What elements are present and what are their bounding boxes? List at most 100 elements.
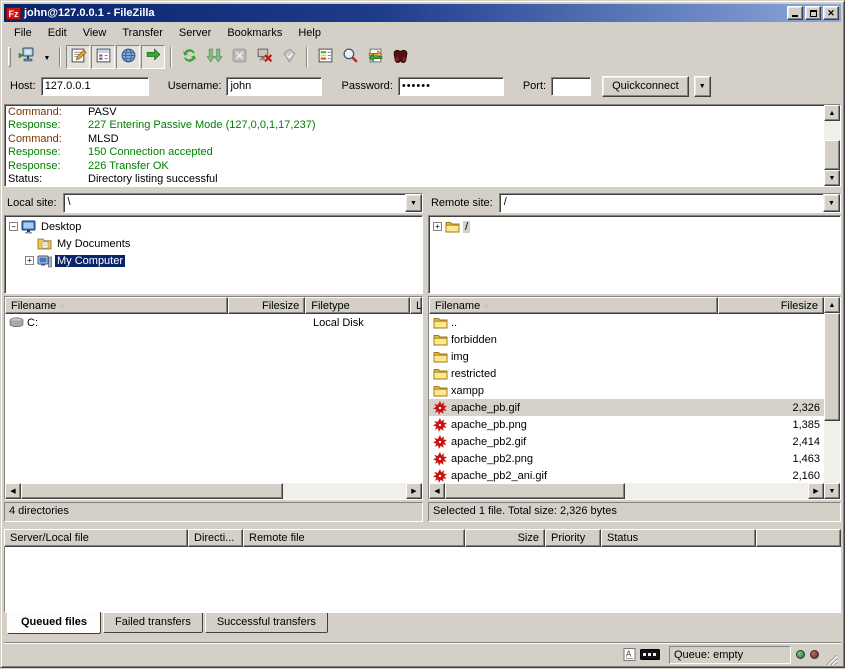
remote-horizontal-scrollbar[interactable]: ◀ ▶ xyxy=(429,483,824,499)
scroll-right-icon[interactable]: ▶ xyxy=(808,483,824,499)
scroll-right-icon[interactable]: ▶ xyxy=(406,483,422,499)
local-tree-toggle-button[interactable] xyxy=(91,45,115,69)
menu-view[interactable]: View xyxy=(75,24,115,42)
local-column-header-filename[interactable]: Filename▵ xyxy=(5,297,228,314)
toolbar-grip[interactable] xyxy=(8,47,11,67)
remote-file-row[interactable]: xampp xyxy=(429,382,824,399)
scrollbar-track[interactable] xyxy=(625,483,808,499)
remote-column-header-filename[interactable]: Filename▵ xyxy=(429,297,718,314)
disconnect-button[interactable] xyxy=(252,45,276,69)
tab-queued-files[interactable]: Queued files xyxy=(7,612,101,634)
remote-site-dropdown-button[interactable]: ▼ xyxy=(823,194,840,212)
tree-item-my-computer[interactable]: +My Computer xyxy=(6,252,421,269)
log-line-text: Directory listing successful xyxy=(88,173,218,186)
find-button[interactable] xyxy=(388,45,412,69)
scroll-left-icon[interactable]: ◀ xyxy=(5,483,21,499)
tree-item-desktop[interactable]: −Desktop xyxy=(6,218,421,235)
queue-column-header-server-local-file[interactable]: Server/Local file xyxy=(4,529,188,547)
remote-file-row[interactable]: forbidden xyxy=(429,331,824,348)
scrollbar-track[interactable] xyxy=(824,121,840,140)
tab-failed-transfers[interactable]: Failed transfers xyxy=(103,613,203,633)
scrollbar-thumb[interactable] xyxy=(21,483,283,499)
remote-column-header-filesize[interactable]: Filesize xyxy=(718,297,824,314)
queue-column-header-status[interactable]: Status xyxy=(601,529,756,547)
remote-file-row[interactable]: restricted xyxy=(429,365,824,382)
local-site-combo[interactable]: \ ▼ xyxy=(63,193,423,213)
synchronized-browsing-button[interactable] xyxy=(363,45,387,69)
queue-column-header-blank[interactable] xyxy=(756,529,841,547)
folder-icon xyxy=(433,368,448,380)
local-column-header-filetype[interactable]: Filetype xyxy=(305,297,410,314)
scrollbar-track[interactable] xyxy=(824,421,840,483)
remote-file-row[interactable]: apache_pb2_ani.gif2,160 xyxy=(429,467,824,483)
scrollbar-thumb[interactable] xyxy=(824,140,840,170)
scroll-left-icon[interactable]: ◀ xyxy=(429,483,445,499)
remote-file-row[interactable]: .. xyxy=(429,314,824,331)
message-log: Command:PASVResponse:227 Entering Passiv… xyxy=(4,104,841,187)
remote-file-row[interactable]: img xyxy=(429,348,824,365)
queue-view-toggle-button[interactable] xyxy=(141,45,165,69)
filter-button[interactable] xyxy=(313,45,337,69)
scrollbar-track[interactable] xyxy=(283,483,406,499)
expand-icon[interactable]: + xyxy=(25,256,34,265)
scroll-up-icon[interactable]: ▲ xyxy=(824,297,840,313)
scrollbar-thumb[interactable] xyxy=(445,483,625,499)
site-manager-dropdown-button[interactable]: ▼ xyxy=(40,45,54,69)
scroll-down-icon[interactable]: ▼ xyxy=(824,483,840,499)
scrollbar-thumb[interactable] xyxy=(824,313,840,421)
maximize-button[interactable] xyxy=(805,6,821,20)
remote-tree-toggle-button[interactable] xyxy=(116,45,140,69)
menu-server[interactable]: Server xyxy=(171,24,219,42)
tree-item-blank[interactable]: +/ xyxy=(430,218,839,235)
local-site-dropdown-button[interactable]: ▼ xyxy=(405,194,422,212)
scroll-down-icon[interactable]: ▼ xyxy=(824,170,840,186)
collapse-icon[interactable]: − xyxy=(9,222,18,231)
queue-column-header-directi[interactable]: Directi... xyxy=(188,529,243,547)
local-column-header-filesize[interactable]: Filesize xyxy=(228,297,305,314)
tab-successful-transfers[interactable]: Successful transfers xyxy=(205,613,328,633)
cancel-button[interactable] xyxy=(227,45,251,69)
queue-column-header-priority[interactable]: Priority xyxy=(545,529,601,547)
folder-icon xyxy=(433,385,448,397)
refresh-button[interactable] xyxy=(177,45,201,69)
username-input[interactable] xyxy=(226,77,322,96)
local-horizontal-scrollbar[interactable]: ◀ ▶ xyxy=(5,483,422,499)
minimize-button[interactable] xyxy=(787,6,803,20)
remote-file-row[interactable]: apache_pb.png1,385 xyxy=(429,416,824,433)
status-bar: A Queue: empty xyxy=(4,642,841,666)
quickconnect-button[interactable]: Quickconnect xyxy=(602,76,689,97)
remote-file-row[interactable]: apache_pb.gif2,326 xyxy=(429,399,824,416)
column-header-label: Filename xyxy=(11,300,56,312)
queue-column-header-size[interactable]: Size xyxy=(465,529,545,547)
local-column-header-l[interactable]: L xyxy=(410,297,422,314)
menu-bookmarks[interactable]: Bookmarks xyxy=(219,24,290,42)
host-input[interactable] xyxy=(41,77,149,96)
menu-help[interactable]: Help xyxy=(290,24,329,42)
menu-file[interactable]: File xyxy=(6,24,40,42)
local-site-bar: Local site: \ ▼ xyxy=(4,193,423,213)
port-input[interactable] xyxy=(551,77,591,96)
remote-vertical-scrollbar[interactable]: ▲ ▼ xyxy=(824,297,840,499)
queue-column-header-remote-file[interactable]: Remote file xyxy=(243,529,465,547)
directory-comparison-button[interactable] xyxy=(338,45,362,69)
site-manager-button[interactable] xyxy=(15,45,39,69)
expand-icon[interactable]: + xyxy=(433,222,442,231)
password-input[interactable] xyxy=(398,77,504,96)
quickconnect-dropdown-button[interactable]: ▼ xyxy=(694,76,711,97)
menu-transfer[interactable]: Transfer xyxy=(114,24,171,42)
find-icon xyxy=(392,47,409,67)
local-file-row[interactable]: C:Local Disk xyxy=(5,314,422,331)
menu-edit[interactable]: Edit xyxy=(40,24,75,42)
remote-site-combo[interactable]: / ▼ xyxy=(499,193,841,213)
close-button[interactable]: ✕ xyxy=(823,6,839,20)
message-log-scrollbar[interactable]: ▲ ▼ xyxy=(824,105,840,186)
process-queue-button[interactable] xyxy=(202,45,226,69)
remote-file-row[interactable]: apache_pb2.png1,463 xyxy=(429,450,824,467)
scroll-up-icon[interactable]: ▲ xyxy=(824,105,840,121)
reconnect-button[interactable] xyxy=(277,45,301,69)
message-log-toggle-button[interactable] xyxy=(66,45,90,69)
tree-item-my-documents[interactable]: My Documents xyxy=(6,235,421,252)
remote-file-row[interactable]: apache_pb2.gif2,414 xyxy=(429,433,824,450)
resize-grip[interactable] xyxy=(824,652,838,666)
title-bar[interactable]: Fz john@127.0.0.1 - FileZilla ✕ xyxy=(4,4,841,22)
